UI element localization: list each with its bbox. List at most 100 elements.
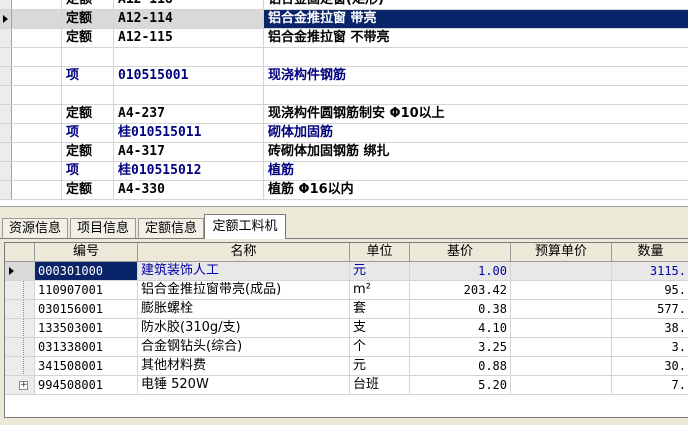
header-quantity[interactable]: 数量: [612, 243, 688, 261]
resource-unit-cell[interactable]: 元: [350, 262, 410, 280]
quota-row[interactable]: 定额 A12-114 铝合金推拉窗 带亮: [0, 10, 688, 29]
row-indicator[interactable]: [5, 300, 35, 318]
row-code-cell[interactable]: 桂010515012: [114, 162, 264, 180]
row-type-cell[interactable]: 定额: [62, 29, 114, 47]
resource-name-cell[interactable]: 建筑装饰人工: [138, 262, 350, 280]
row-blank-cell[interactable]: [12, 162, 62, 180]
resource-base-price-cell[interactable]: 5.20: [410, 376, 511, 394]
row-blank-cell[interactable]: [12, 10, 62, 28]
row-name-cell[interactable]: [264, 48, 688, 66]
quota-row[interactable]: [0, 48, 688, 67]
resource-grid[interactable]: 编号 名称 单位 基价 预算单价 数量 000301000 建筑装饰人工元 1.00…: [4, 242, 688, 418]
row-indicator[interactable]: [0, 0, 12, 9]
resource-code-cell[interactable]: 133503001: [35, 319, 138, 337]
row-name-cell[interactable]: 砌体加固筋: [264, 124, 688, 142]
row-name-cell[interactable]: 植筋 Φ16以内: [264, 181, 688, 199]
row-indicator[interactable]: [0, 29, 12, 47]
row-code-cell[interactable]: A4-237: [114, 105, 264, 123]
resource-quantity-cell[interactable]: 577.: [612, 300, 688, 318]
row-blank-cell[interactable]: [12, 67, 62, 85]
row-blank-cell[interactable]: [12, 143, 62, 161]
header-unit[interactable]: 单位: [350, 243, 410, 261]
resource-row[interactable]: 000301000 建筑装饰人工元 1.00 3115.: [5, 262, 688, 281]
row-indicator[interactable]: [5, 262, 35, 280]
row-indicator[interactable]: [0, 162, 12, 180]
resource-name-cell[interactable]: 铝合金推拉窗带亮(成品): [138, 281, 350, 299]
resource-code-cell[interactable]: 994508001: [35, 376, 138, 394]
resource-quantity-cell[interactable]: 3.: [612, 338, 688, 356]
row-type-cell[interactable]: 定额: [62, 0, 114, 9]
resource-row[interactable]: +994508001 电锤 520W 台班 5.20 7.: [5, 376, 688, 395]
row-indicator[interactable]: [0, 10, 12, 28]
row-indicator[interactable]: [5, 319, 35, 337]
row-indicator[interactable]: [0, 124, 12, 142]
row-code-cell[interactable]: A12-118: [114, 0, 264, 9]
resource-unit-cell[interactable]: 台班: [350, 376, 410, 394]
row-code-cell[interactable]: A4-317: [114, 143, 264, 161]
row-code-cell[interactable]: [114, 48, 264, 66]
row-blank-cell[interactable]: [12, 86, 62, 104]
row-indicator[interactable]: [0, 105, 12, 123]
row-type-cell[interactable]: 定额: [62, 10, 114, 28]
resource-unit-cell[interactable]: 支: [350, 319, 410, 337]
resource-budget-price-cell[interactable]: [511, 262, 612, 280]
resource-unit-cell[interactable]: m²: [350, 281, 410, 299]
resource-base-price-cell[interactable]: 3.25: [410, 338, 511, 356]
header-budget-price[interactable]: 预算单价: [511, 243, 612, 261]
resource-base-price-cell[interactable]: 0.88: [410, 357, 511, 375]
row-code-cell[interactable]: 010515001: [114, 67, 264, 85]
resource-budget-price-cell[interactable]: [511, 357, 612, 375]
row-type-cell[interactable]: 项: [62, 67, 114, 85]
header-base-price[interactable]: 基价: [410, 243, 511, 261]
tab-project-info[interactable]: 项目信息: [70, 218, 136, 238]
resource-row[interactable]: 031338001 合金钢钻头(综合) 个 3.25 3.: [5, 338, 688, 357]
resource-code-cell[interactable]: 110907001: [35, 281, 138, 299]
row-code-cell[interactable]: A4-330: [114, 181, 264, 199]
resource-row[interactable]: 110907001 铝合金推拉窗带亮(成品) m² 203.42 95.: [5, 281, 688, 300]
resource-unit-cell[interactable]: 元: [350, 357, 410, 375]
row-code-cell[interactable]: A12-115: [114, 29, 264, 47]
resource-budget-price-cell[interactable]: [511, 376, 612, 394]
row-name-cell[interactable]: 铝合金固定窗(矩形): [264, 0, 688, 9]
quota-row[interactable]: 项 010515001 现浇构件钢筋: [0, 67, 688, 86]
resource-base-price-cell[interactable]: 4.10: [410, 319, 511, 337]
resource-quantity-cell[interactable]: 7.: [612, 376, 688, 394]
row-type-cell[interactable]: 定额: [62, 181, 114, 199]
row-type-cell[interactable]: 定额: [62, 143, 114, 161]
resource-budget-price-cell[interactable]: [511, 319, 612, 337]
resource-budget-price-cell[interactable]: [511, 338, 612, 356]
row-code-cell[interactable]: A12-114: [114, 10, 264, 28]
resource-base-price-cell[interactable]: 1.00: [410, 262, 511, 280]
row-type-cell[interactable]: 定额: [62, 105, 114, 123]
resource-code-cell[interactable]: 031338001: [35, 338, 138, 356]
row-blank-cell[interactable]: [12, 124, 62, 142]
resource-name-cell[interactable]: 防水胶(310g/支): [138, 319, 350, 337]
resource-quantity-cell[interactable]: 38.: [612, 319, 688, 337]
row-indicator[interactable]: [5, 338, 35, 356]
header-code[interactable]: 编号: [35, 243, 138, 261]
resource-budget-price-cell[interactable]: [511, 281, 612, 299]
row-blank-cell[interactable]: [12, 181, 62, 199]
row-blank-cell[interactable]: [12, 105, 62, 123]
resource-code-cell[interactable]: 030156001: [35, 300, 138, 318]
resource-code-cell[interactable]: 000301000: [35, 262, 138, 280]
resource-name-cell[interactable]: 膨胀螺栓: [138, 300, 350, 318]
row-indicator[interactable]: [0, 86, 12, 104]
header-name[interactable]: 名称: [138, 243, 350, 261]
resource-name-cell[interactable]: 合金钢钻头(综合): [138, 338, 350, 356]
row-indicator[interactable]: [0, 67, 12, 85]
quota-list-grid[interactable]: 定额A12-118铝合金固定窗(矩形)定额A12-114铝合金推拉窗 带亮定额A…: [0, 0, 688, 206]
row-code-cell[interactable]: [114, 86, 264, 104]
resource-code-cell[interactable]: 341508001: [35, 357, 138, 375]
row-indicator[interactable]: [5, 281, 35, 299]
quota-row[interactable]: 定额A12-118铝合金固定窗(矩形): [0, 0, 688, 10]
resource-base-price-cell[interactable]: 0.38: [410, 300, 511, 318]
row-blank-cell[interactable]: [12, 0, 62, 9]
resource-quantity-cell[interactable]: 95.: [612, 281, 688, 299]
resource-unit-cell[interactable]: 套: [350, 300, 410, 318]
resource-row[interactable]: 030156001 膨胀螺栓套 0.38 577.: [5, 300, 688, 319]
row-name-cell[interactable]: 植筋: [264, 162, 688, 180]
resource-quantity-cell[interactable]: 30.: [612, 357, 688, 375]
row-blank-cell[interactable]: [12, 48, 62, 66]
row-code-cell[interactable]: 桂010515011: [114, 124, 264, 142]
